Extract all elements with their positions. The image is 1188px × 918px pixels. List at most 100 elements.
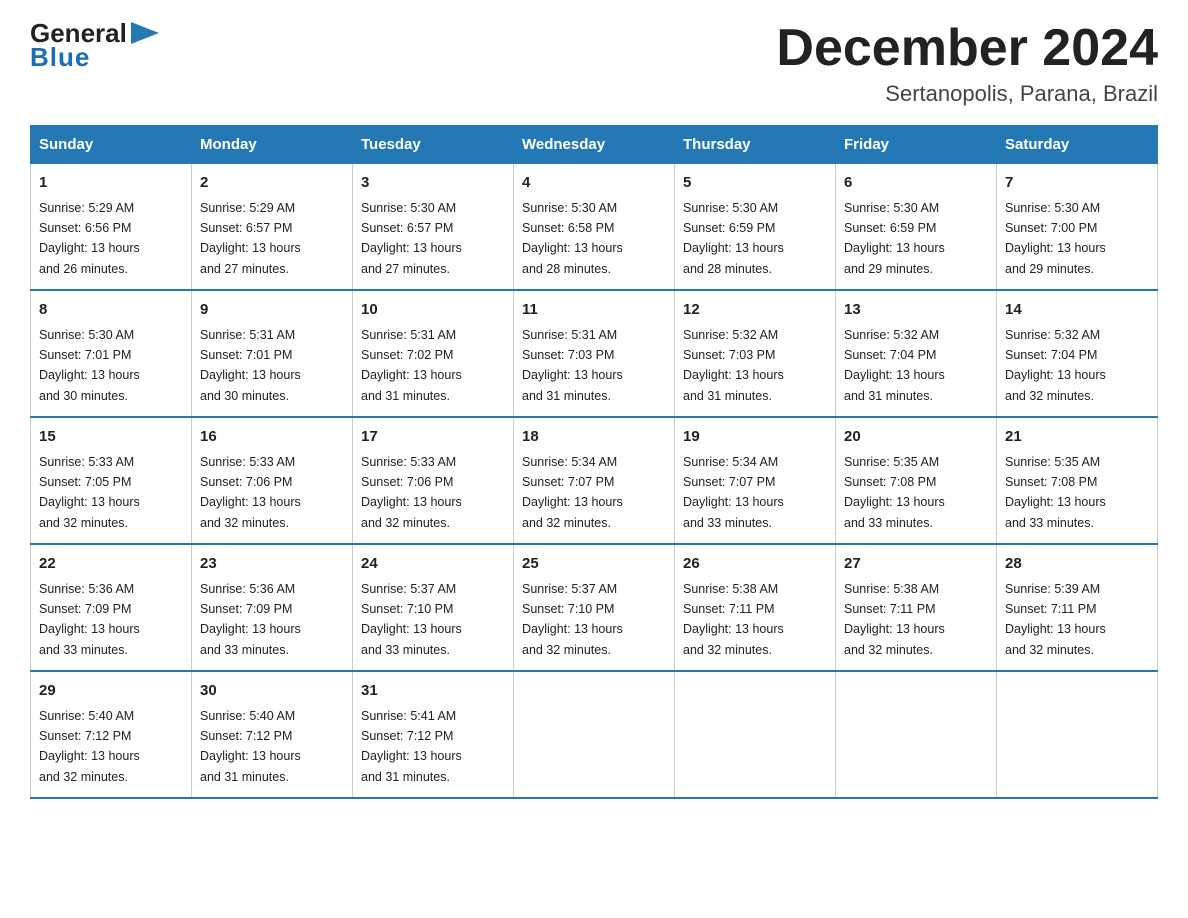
header-monday: Monday xyxy=(192,126,353,164)
day-number: 7 xyxy=(1005,172,1149,195)
header-saturday: Saturday xyxy=(997,126,1158,164)
logo: General Blue xyxy=(30,20,159,73)
day-number: 11 xyxy=(522,299,666,322)
week-row-3: 15 Sunrise: 5:33 AMSunset: 7:05 PMDayligh… xyxy=(31,417,1158,544)
day-info: Sunrise: 5:32 AMSunset: 7:04 PMDaylight:… xyxy=(844,328,945,403)
header-thursday: Thursday xyxy=(675,126,836,164)
day-cell: 7Sunrise: 5:30 AMSunset: 7:00 PMDaylight… xyxy=(997,164,1158,291)
day-info: Sunrise: 5:36 AMSunset: 7:09 PMDaylight:… xyxy=(200,582,301,657)
day-cell: 20 Sunrise: 5:35 AMSunset: 7:08 PMDayligh… xyxy=(836,417,997,544)
day-info: Sunrise: 5:30 AMSunset: 6:59 PMDaylight:… xyxy=(844,201,945,276)
day-cell: 9Sunrise: 5:31 AMSunset: 7:01 PMDaylight… xyxy=(192,290,353,417)
day-number: 31 xyxy=(361,680,505,703)
calendar-table: SundayMondayTuesdayWednesdayThursdayFrid… xyxy=(30,125,1158,799)
day-cell: 16Sunrise: 5:33 AMSunset: 7:06 PMDayligh… xyxy=(192,417,353,544)
day-number: 4 xyxy=(522,172,666,195)
day-number: 17 xyxy=(361,426,505,449)
day-number: 27 xyxy=(844,553,988,576)
day-info: Sunrise: 5:32 AMSunset: 7:03 PMDaylight:… xyxy=(683,328,784,403)
day-number: 22 xyxy=(39,553,183,576)
day-cell: 2Sunrise: 5:29 AMSunset: 6:57 PMDaylight… xyxy=(192,164,353,291)
day-info: Sunrise: 5:38 AMSunset: 7:11 PMDaylight:… xyxy=(844,582,945,657)
day-number: 28 xyxy=(1005,553,1149,576)
day-cell xyxy=(997,671,1158,798)
day-number: 8 xyxy=(39,299,183,322)
day-number: 20 xyxy=(844,426,988,449)
day-number: 26 xyxy=(683,553,827,576)
day-number: 14 xyxy=(1005,299,1149,322)
day-cell: 15 Sunrise: 5:33 AMSunset: 7:05 PMDayligh… xyxy=(31,417,192,544)
day-cell: 3Sunrise: 5:30 AMSunset: 6:57 PMDaylight… xyxy=(353,164,514,291)
day-info: Sunrise: 5:33 AMSunset: 7:05 PMDaylight:… xyxy=(39,455,140,530)
day-info: Sunrise: 5:30 AMSunset: 6:59 PMDaylight:… xyxy=(683,201,784,276)
day-info: Sunrise: 5:31 AMSunset: 7:01 PMDaylight:… xyxy=(200,328,301,403)
location: Sertanopolis, Parana, Brazil xyxy=(776,81,1158,107)
header-friday: Friday xyxy=(836,126,997,164)
logo-arrow-icon xyxy=(131,22,159,44)
day-cell: 28 Sunrise: 5:39 AMSunset: 7:11 PMDayligh… xyxy=(997,544,1158,671)
day-number: 25 xyxy=(522,553,666,576)
day-cell: 21 Sunrise: 5:35 AMSunset: 7:08 PMDayligh… xyxy=(997,417,1158,544)
day-cell: 26Sunrise: 5:38 AMSunset: 7:11 PMDayligh… xyxy=(675,544,836,671)
day-info: Sunrise: 5:36 AMSunset: 7:09 PMDaylight:… xyxy=(39,582,140,657)
day-cell: 24 Sunrise: 5:37 AMSunset: 7:10 PMDayligh… xyxy=(353,544,514,671)
day-cell: 30 Sunrise: 5:40 AMSunset: 7:12 PMDayligh… xyxy=(192,671,353,798)
day-number: 30 xyxy=(200,680,344,703)
logo-blue: Blue xyxy=(30,42,90,73)
day-cell: 8Sunrise: 5:30 AMSunset: 7:01 PMDaylight… xyxy=(31,290,192,417)
day-cell: 23 Sunrise: 5:36 AMSunset: 7:09 PMDayligh… xyxy=(192,544,353,671)
day-info: Sunrise: 5:40 AMSunset: 7:12 PMDaylight:… xyxy=(200,709,301,784)
day-info: Sunrise: 5:35 AMSunset: 7:08 PMDaylight:… xyxy=(844,455,945,530)
day-cell: 1 Sunrise: 5:29 AMSunset: 6:56 PMDaylight… xyxy=(31,164,192,291)
week-row-2: 8Sunrise: 5:30 AMSunset: 7:01 PMDaylight… xyxy=(31,290,1158,417)
day-number: 12 xyxy=(683,299,827,322)
day-cell: 17 Sunrise: 5:33 AMSunset: 7:06 PMDayligh… xyxy=(353,417,514,544)
day-info: Sunrise: 5:31 AMSunset: 7:03 PMDaylight:… xyxy=(522,328,623,403)
day-number: 16 xyxy=(200,426,344,449)
day-cell: 27 Sunrise: 5:38 AMSunset: 7:11 PMDayligh… xyxy=(836,544,997,671)
day-number: 5 xyxy=(683,172,827,195)
day-cell: 4Sunrise: 5:30 AMSunset: 6:58 PMDaylight… xyxy=(514,164,675,291)
header-wednesday: Wednesday xyxy=(514,126,675,164)
day-cell: 18 Sunrise: 5:34 AMSunset: 7:07 PMDayligh… xyxy=(514,417,675,544)
week-row-4: 22 Sunrise: 5:36 AMSunset: 7:09 PMDayligh… xyxy=(31,544,1158,671)
day-number: 6 xyxy=(844,172,988,195)
day-cell: 22 Sunrise: 5:36 AMSunset: 7:09 PMDayligh… xyxy=(31,544,192,671)
day-info: Sunrise: 5:33 AMSunset: 7:06 PMDaylight:… xyxy=(361,455,462,530)
day-number: 13 xyxy=(844,299,988,322)
calendar-header-row: SundayMondayTuesdayWednesdayThursdayFrid… xyxy=(31,126,1158,164)
day-cell: 14 Sunrise: 5:32 AMSunset: 7:04 PMDayligh… xyxy=(997,290,1158,417)
day-cell: 12 Sunrise: 5:32 AMSunset: 7:03 PMDayligh… xyxy=(675,290,836,417)
day-number: 18 xyxy=(522,426,666,449)
day-cell xyxy=(514,671,675,798)
day-number: 15 xyxy=(39,426,183,449)
day-number: 19 xyxy=(683,426,827,449)
day-info: Sunrise: 5:41 AMSunset: 7:12 PMDaylight:… xyxy=(361,709,462,784)
day-cell: 6 Sunrise: 5:30 AMSunset: 6:59 PMDaylight… xyxy=(836,164,997,291)
title-section: December 2024 Sertanopolis, Parana, Braz… xyxy=(776,20,1158,107)
day-info: Sunrise: 5:35 AMSunset: 7:08 PMDaylight:… xyxy=(1005,455,1106,530)
day-info: Sunrise: 5:29 AMSunset: 6:56 PMDaylight:… xyxy=(39,201,140,276)
day-info: Sunrise: 5:34 AMSunset: 7:07 PMDaylight:… xyxy=(522,455,623,530)
day-number: 23 xyxy=(200,553,344,576)
header-sunday: Sunday xyxy=(31,126,192,164)
day-number: 2 xyxy=(200,172,344,195)
day-info: Sunrise: 5:31 AMSunset: 7:02 PMDaylight:… xyxy=(361,328,462,403)
day-number: 21 xyxy=(1005,426,1149,449)
month-title: December 2024 xyxy=(776,20,1158,77)
day-cell xyxy=(675,671,836,798)
page-header: General Blue December 2024 Sertanopolis,… xyxy=(30,20,1158,107)
day-cell: 31 Sunrise: 5:41 AMSunset: 7:12 PMDayligh… xyxy=(353,671,514,798)
day-cell: 5 Sunrise: 5:30 AMSunset: 6:59 PMDaylight… xyxy=(675,164,836,291)
day-info: Sunrise: 5:32 AMSunset: 7:04 PMDaylight:… xyxy=(1005,328,1106,403)
day-info: Sunrise: 5:40 AMSunset: 7:12 PMDaylight:… xyxy=(39,709,140,784)
day-info: Sunrise: 5:39 AMSunset: 7:11 PMDaylight:… xyxy=(1005,582,1106,657)
day-info: Sunrise: 5:37 AMSunset: 7:10 PMDaylight:… xyxy=(522,582,623,657)
day-cell: 10 Sunrise: 5:31 AMSunset: 7:02 PMDayligh… xyxy=(353,290,514,417)
day-number: 1 xyxy=(39,172,183,195)
day-info: Sunrise: 5:37 AMSunset: 7:10 PMDaylight:… xyxy=(361,582,462,657)
day-cell: 13 Sunrise: 5:32 AMSunset: 7:04 PMDayligh… xyxy=(836,290,997,417)
day-info: Sunrise: 5:30 AMSunset: 6:57 PMDaylight:… xyxy=(361,201,462,276)
day-number: 24 xyxy=(361,553,505,576)
day-number: 10 xyxy=(361,299,505,322)
